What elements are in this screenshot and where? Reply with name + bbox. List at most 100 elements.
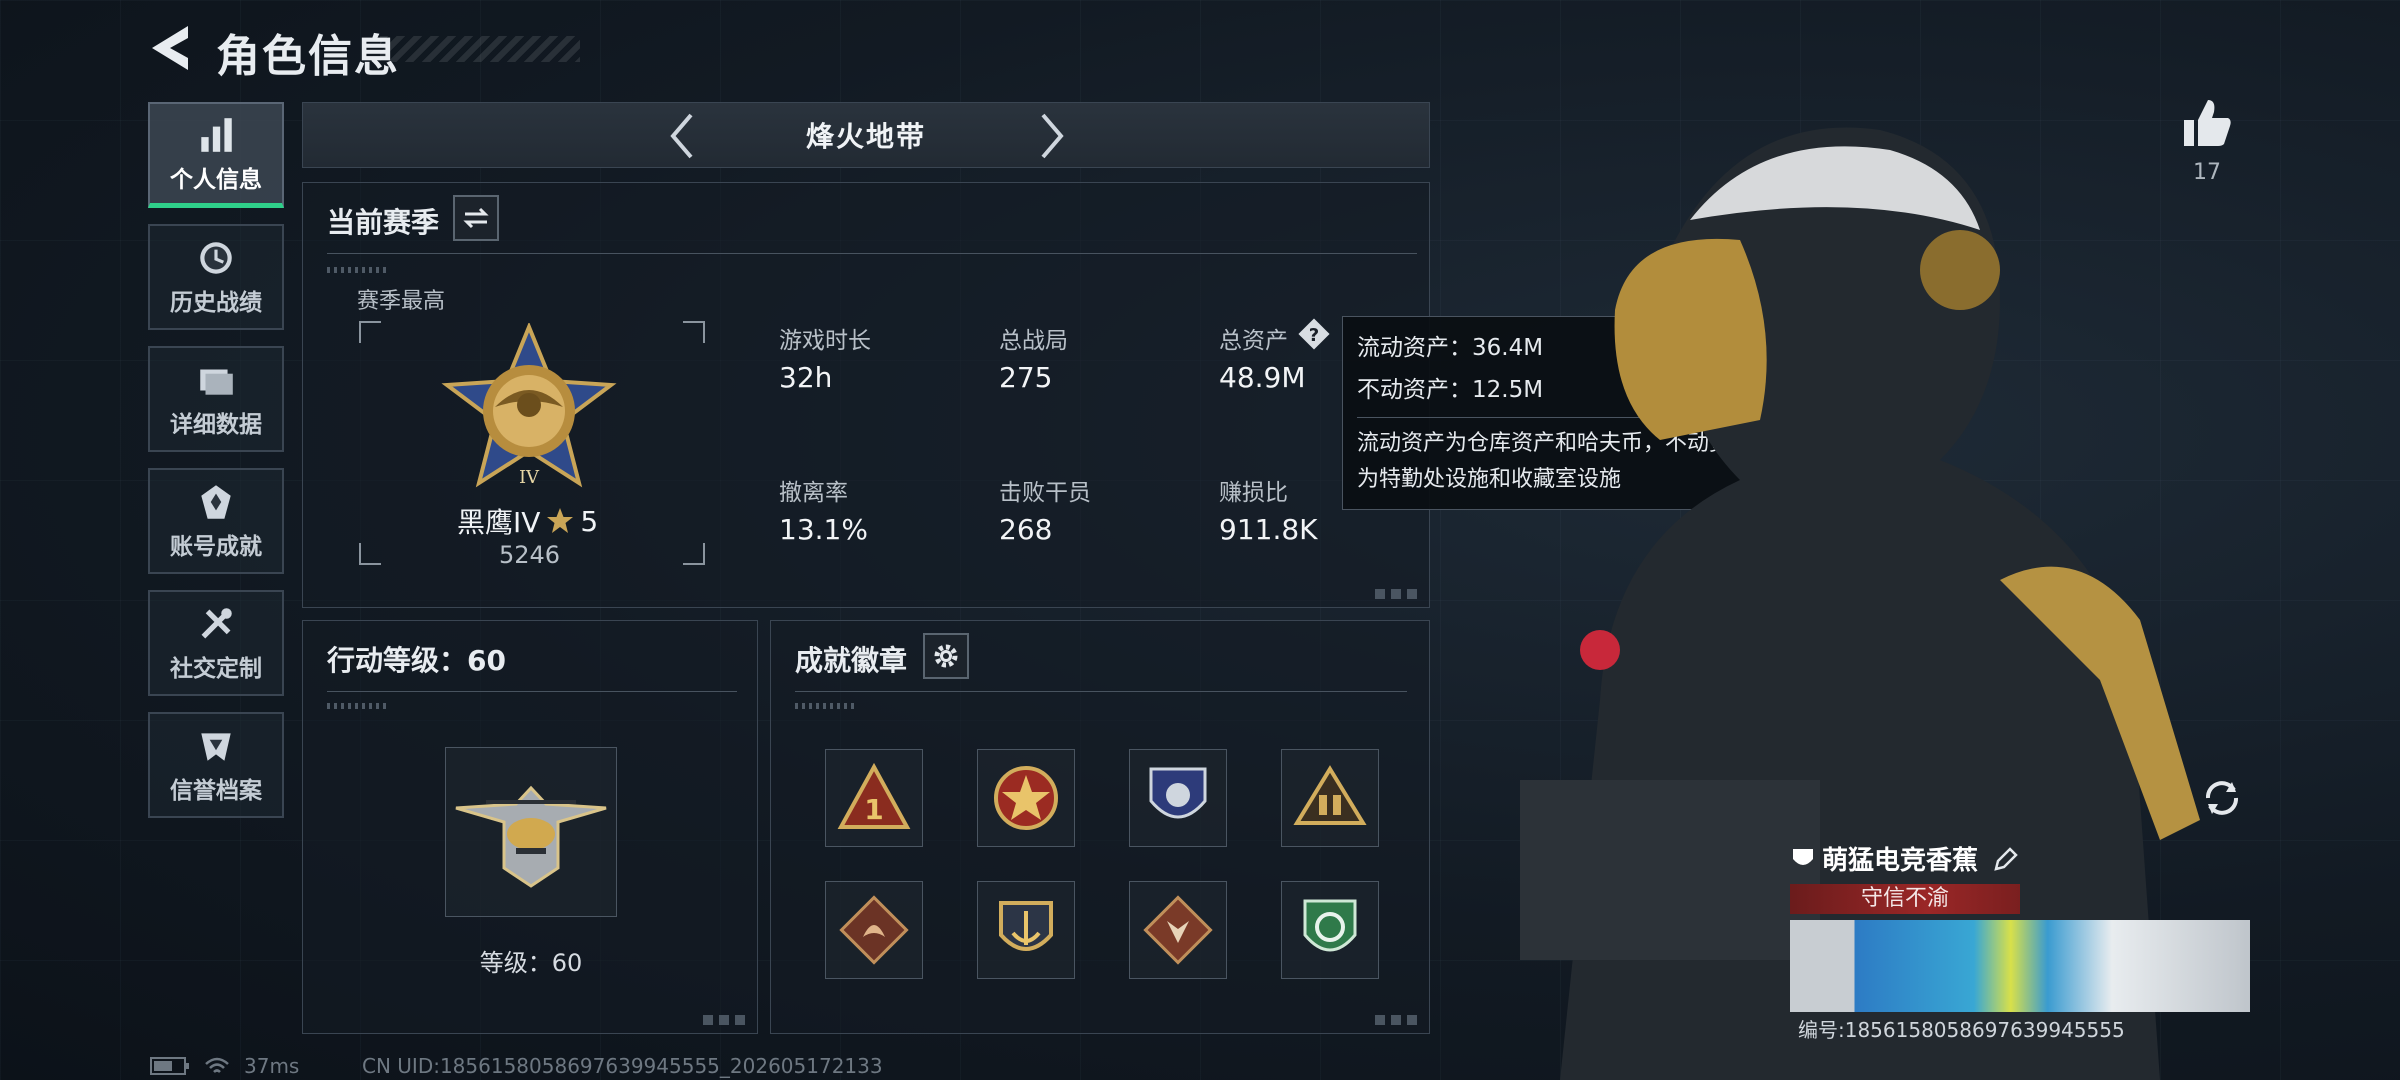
achievement-badge[interactable]: [1281, 749, 1379, 847]
anchor-badge-icon: [999, 901, 1053, 951]
triangle-badge-icon: 1: [837, 762, 911, 829]
rank-name-row: 黑鹰IV 5: [457, 501, 598, 541]
shield-icon: [1793, 848, 1813, 865]
sidebar-item-achievements[interactable]: 账号成就: [148, 468, 284, 574]
dots-decoration: [327, 267, 387, 273]
level-title: 行动等级：60: [327, 644, 506, 677]
ping-value: 37ms: [244, 1054, 300, 1078]
corner-decoration: [1375, 589, 1419, 599]
like-widget[interactable]: 17: [2180, 96, 2234, 185]
sidebar: 个人信息 历史战绩 详细数据 账号成就 社交定制 信誉档案: [148, 102, 284, 834]
player-banner: [1790, 920, 2250, 1012]
sidebar-item-label: 信誉档案: [170, 778, 262, 804]
dots-decoration: [795, 703, 855, 709]
sidebar-item-label: 账号成就: [170, 534, 262, 560]
sidebar-item-personal-info[interactable]: 个人信息: [148, 102, 284, 208]
sidebar-item-label: 社交定制: [170, 656, 262, 682]
thumbs-up-icon: [2184, 100, 2231, 146]
achievement-badge[interactable]: 1: [825, 749, 923, 847]
player-name: 萌猛电竞香蕉: [1822, 846, 1979, 876]
level-panel: 行动等级：60 等级：60: [302, 620, 758, 1034]
stat-label-operators-defeated: 击败干员: [999, 480, 1091, 506]
rank-score: 5246: [499, 541, 561, 569]
achievement-badge[interactable]: [825, 881, 923, 979]
divider: [327, 691, 737, 692]
corner-decoration: [1375, 1015, 1419, 1025]
achievement-badge[interactable]: [977, 881, 1075, 979]
wolf-badge-icon: [1143, 895, 1213, 965]
stat-value-profit-ratio: 911.8K: [1219, 513, 1318, 546]
gear-icon: [934, 644, 958, 668]
dots-decoration: [327, 703, 387, 709]
rank-emblem-icon: IV: [441, 323, 617, 488]
sidebar-item-history[interactable]: 历史战绩: [148, 224, 284, 330]
title-decoration: [380, 36, 580, 62]
season-best-label: 赛季最高: [357, 289, 446, 314]
stat-value-total-assets: 48.9M: [1219, 361, 1306, 394]
rank-stars: 5: [580, 504, 599, 538]
soldiers-badge-icon: [1293, 765, 1367, 825]
player-title-tag: 守信不渝: [1790, 884, 2020, 914]
chevron-right-icon[interactable]: [1025, 111, 1075, 161]
achievement-badge[interactable]: [1281, 881, 1379, 979]
level-badge-frame: [445, 747, 617, 917]
credit-icon: [201, 733, 231, 761]
helicopter-badge-icon: [455, 785, 607, 888]
shield-badge-icon: [1149, 767, 1207, 819]
player-card: 萌猛电竞香蕉 守信不渝 编号:1856158058697639945555: [1790, 836, 2250, 1046]
star-medal-icon: [994, 766, 1058, 830]
player-id: 编号:1856158058697639945555: [1798, 1018, 2125, 1042]
sidebar-item-social[interactable]: 社交定制: [148, 590, 284, 696]
like-count: 17: [2193, 160, 2221, 185]
stat-label-profit-ratio: 赚损比: [1219, 480, 1288, 506]
bar-chart-icon: [201, 117, 232, 152]
page-title: 角色信息: [216, 31, 400, 82]
badge-settings-button[interactable]: [923, 633, 969, 679]
achievement-badge[interactable]: [1129, 749, 1227, 847]
folder-icon: [200, 369, 233, 395]
achievements-title: 成就徽章: [795, 644, 908, 677]
stat-label-extraction-rate: 撤离率: [779, 480, 848, 506]
corner-decoration: [703, 1015, 747, 1025]
tools-icon: [201, 608, 232, 639]
mode-name: 烽火地带: [805, 120, 926, 153]
frame-corner: [683, 321, 705, 343]
frame-corner: [683, 543, 705, 565]
level-badge-label: 等级：60: [479, 949, 583, 977]
rotate-icon[interactable]: [2196, 772, 2248, 824]
chevron-left-icon[interactable]: [659, 111, 709, 161]
achievement-badge[interactable]: [977, 749, 1075, 847]
swap-season-button[interactable]: [453, 195, 499, 241]
sidebar-item-label: 个人信息: [170, 166, 262, 193]
mode-selector: 烽火地带: [302, 102, 1430, 168]
stat-label-total-assets: 总资产: [1219, 328, 1288, 354]
stat-value-total-matches: 275: [999, 361, 1053, 394]
divider: [327, 253, 1417, 254]
player-name-row: 萌猛电竞香蕉: [1790, 840, 2020, 877]
sidebar-item-credit[interactable]: 信誉档案: [148, 712, 284, 818]
rank-name: 黑鹰IV: [457, 506, 541, 539]
help-icon[interactable]: ?: [1297, 317, 1331, 351]
divider: [795, 691, 1407, 692]
stat-label-total-matches: 总战局: [999, 328, 1068, 354]
stat-value-extraction-rate: 13.1%: [779, 513, 868, 546]
achievements-panel: 成就徽章 1: [770, 620, 1430, 1034]
season-panel: 当前赛季 赛季最高 IV 黑鹰IV 5 5246 游戏时长 32h 总战局 27…: [302, 182, 1430, 608]
swap-icon: [463, 207, 489, 229]
achievement-icon: [201, 485, 231, 519]
stat-label-playtime: 游戏时长: [779, 328, 871, 354]
stat-value-playtime: 32h: [779, 361, 833, 394]
green-shield-badge-icon: [1303, 899, 1357, 952]
history-icon: [200, 242, 232, 274]
svg-text:?: ?: [1309, 325, 1319, 346]
frame-corner: [359, 321, 381, 343]
frame-corner: [359, 543, 381, 565]
edit-icon[interactable]: [1992, 845, 2020, 873]
achievement-badge[interactable]: [1129, 881, 1227, 979]
sidebar-item-detailed-data[interactable]: 详细数据: [148, 346, 284, 452]
sidebar-item-label: 详细数据: [170, 412, 262, 438]
status-bar: 37ms: [150, 1054, 299, 1078]
stat-value-operators-defeated: 268: [999, 513, 1053, 546]
back-arrow-icon[interactable]: [146, 22, 194, 74]
dragon-badge-icon: [839, 895, 909, 965]
